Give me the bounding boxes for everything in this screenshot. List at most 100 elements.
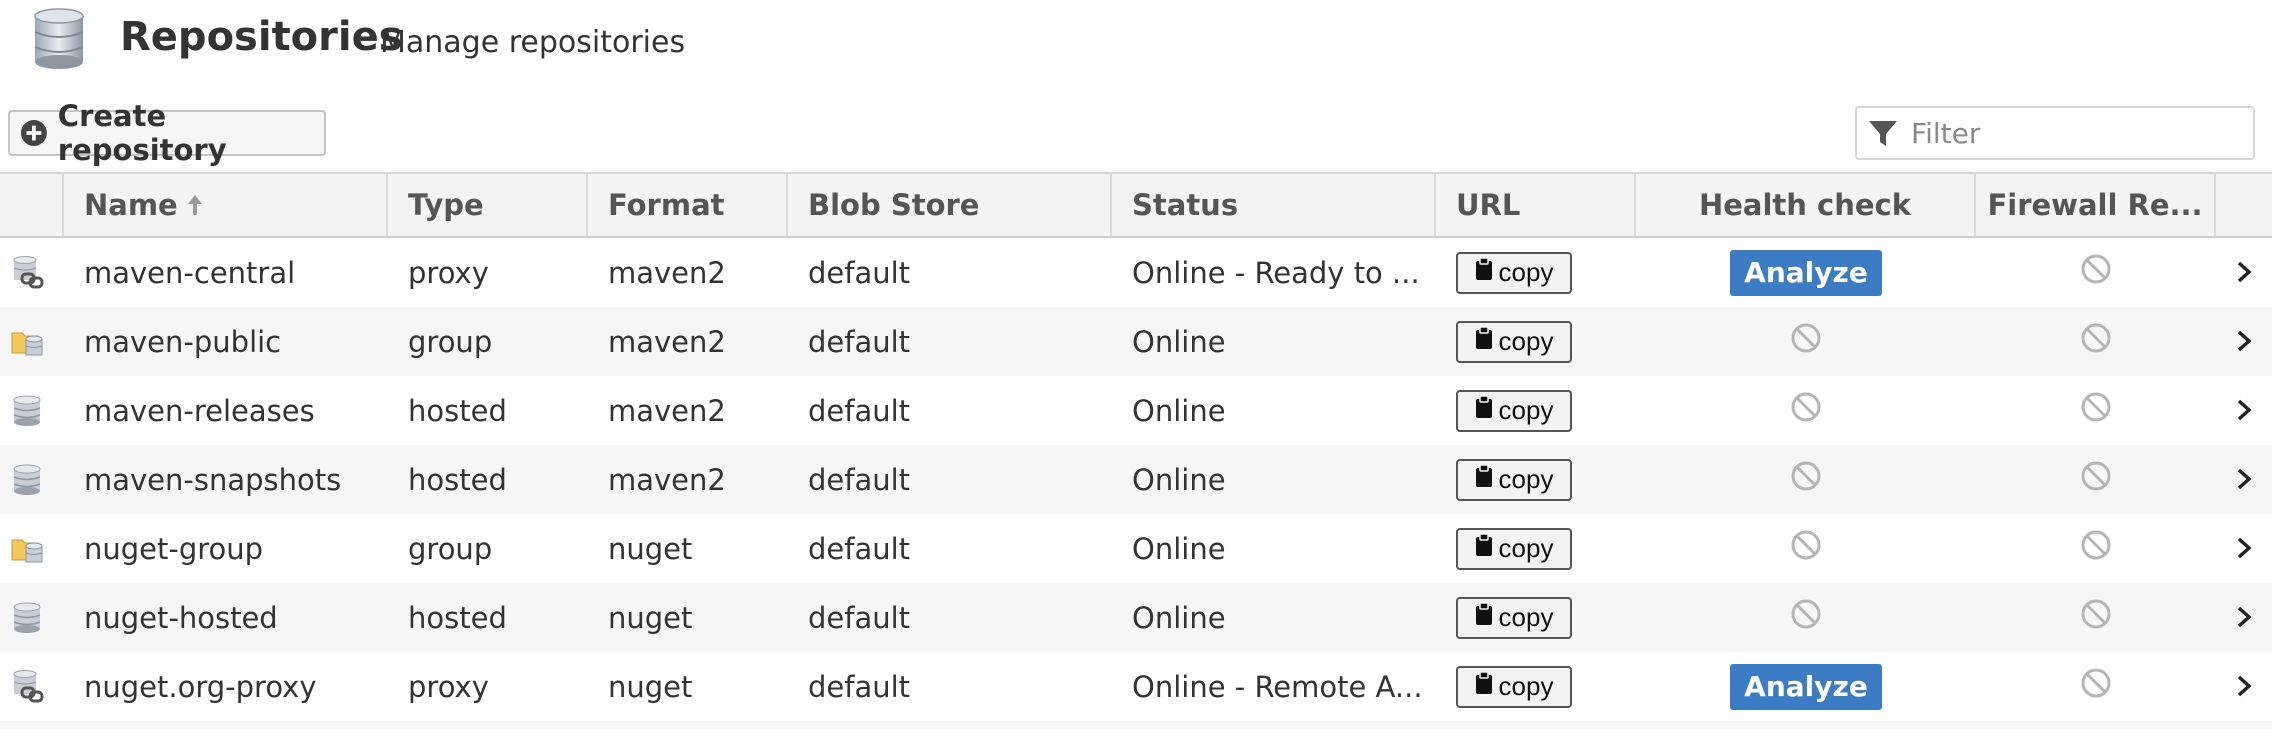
copy-url-label: copy <box>1498 326 1554 356</box>
table-row[interactable]: maven-public group maven2 default Online copy <box>0 307 2272 376</box>
firewall-cell <box>1976 583 2216 652</box>
repo-blob-store: default <box>808 462 911 497</box>
health-check-unavailable-icon <box>1790 391 1822 430</box>
chevron-right-icon[interactable] <box>2236 601 2252 635</box>
chevron-right-icon[interactable] <box>2236 670 2252 704</box>
repo-type: group <box>408 324 493 359</box>
copy-url-label: copy <box>1498 671 1554 701</box>
copy-url-label: copy <box>1498 533 1554 563</box>
repo-type: hosted <box>408 462 507 497</box>
row-open-cell[interactable] <box>2216 445 2272 514</box>
repo-blob-store: default <box>808 255 911 290</box>
firewall-unavailable-icon <box>2080 460 2112 499</box>
page-subtitle: Manage repositories <box>380 25 686 60</box>
filter-icon <box>1869 121 1897 146</box>
copy-url-label: copy <box>1498 464 1554 494</box>
table-row[interactable]: maven-snapshots hosted maven2 default Online… <box>0 445 2272 514</box>
health-check-cell <box>1636 583 1976 652</box>
repo-format: maven2 <box>608 462 726 497</box>
row-open-cell[interactable] <box>2216 376 2272 445</box>
copy-url-button[interactable]: copy <box>1456 527 1572 570</box>
repo-name: maven-snapshots <box>84 462 342 497</box>
repo-type: hosted <box>408 600 507 635</box>
filter-input[interactable] <box>1909 115 2243 151</box>
repo-url-cell: copy <box>1436 238 1636 307</box>
table-row[interactable]: maven-releases hosted maven2 default Online c… <box>0 376 2272 445</box>
row-open-cell[interactable] <box>2216 652 2272 721</box>
repo-status: Online <box>1132 324 1226 359</box>
firewall-unavailable-icon <box>2080 598 2112 637</box>
repo-url-cell: copy <box>1436 652 1636 721</box>
icon-column-header <box>0 174 64 236</box>
table-row[interactable]: nuget-group group nuget default Online copy <box>0 514 2272 583</box>
firewall-unavailable-icon <box>2080 391 2112 430</box>
copy-url-button[interactable]: copy <box>1456 251 1572 294</box>
repo-format: maven2 <box>608 393 726 428</box>
health-check-cell <box>1636 514 1976 583</box>
firewall-unavailable-icon <box>2080 529 2112 568</box>
analyze-button[interactable]: Analyze <box>1730 663 1882 710</box>
repo-format: nuget <box>608 600 693 635</box>
column-header-status[interactable]: Status <box>1112 174 1436 236</box>
firewall-cell <box>1976 238 2216 307</box>
repo-type-cell <box>0 238 64 307</box>
chevron-right-icon[interactable] <box>2236 325 2252 359</box>
repo-type: proxy <box>408 255 489 290</box>
column-header-blob-store[interactable]: Blob Store <box>788 174 1112 236</box>
analyze-button[interactable]: Analyze <box>1730 249 1882 296</box>
proxy-repo-icon <box>10 669 44 704</box>
chevron-right-icon[interactable] <box>2236 256 2252 290</box>
table-row[interactable]: nuget-hosted hosted nuget default Online copy <box>0 583 2272 652</box>
repo-format: maven2 <box>608 324 726 359</box>
copy-url-button[interactable]: copy <box>1456 389 1572 432</box>
repo-format: nuget <box>608 669 693 704</box>
copy-url-label: copy <box>1498 602 1554 632</box>
copy-url-button[interactable]: copy <box>1456 596 1572 639</box>
clipboard-icon <box>1475 533 1493 564</box>
repo-blob-store: default <box>808 669 911 704</box>
repo-url-cell: copy <box>1436 445 1636 514</box>
health-check-cell <box>1636 307 1976 376</box>
repo-name: maven-releases <box>84 393 315 428</box>
repositories-grid: Name Type Format Blob Store Status URL H… <box>0 172 2272 729</box>
repo-status: Online <box>1132 600 1226 635</box>
column-header-firewall[interactable]: Firewall Re... <box>1976 174 2216 236</box>
copy-url-button[interactable]: copy <box>1456 665 1572 708</box>
grid-header: Name Type Format Blob Store Status URL H… <box>0 172 2272 238</box>
database-icon <box>34 8 84 69</box>
page-title: Repositories <box>120 14 403 60</box>
column-header-name-label: Name <box>84 188 178 222</box>
repo-url-cell: copy <box>1436 376 1636 445</box>
copy-url-button[interactable]: copy <box>1456 458 1572 501</box>
clipboard-icon <box>1475 671 1493 702</box>
chevron-right-icon[interactable] <box>2236 463 2252 497</box>
repo-name: nuget.org-proxy <box>84 669 317 704</box>
row-open-cell[interactable] <box>2216 238 2272 307</box>
table-row[interactable]: nuget.org-proxy proxy nuget default Online -… <box>0 652 2272 721</box>
hosted-repo-icon <box>10 463 44 497</box>
table-row[interactable]: maven-central proxy maven2 default Online - … <box>0 238 2272 307</box>
column-header-type[interactable]: Type <box>388 174 588 236</box>
column-header-health-check-label: Health check <box>1698 188 1912 222</box>
create-repository-button[interactable]: Create repository <box>8 99 326 167</box>
chevron-right-icon[interactable] <box>2236 394 2252 428</box>
row-open-cell[interactable] <box>2216 307 2272 376</box>
column-header-health-check[interactable]: Health check <box>1636 174 1976 236</box>
column-header-name[interactable]: Name <box>64 174 388 236</box>
repo-blob-store: default <box>808 324 911 359</box>
row-open-cell[interactable] <box>2216 514 2272 583</box>
column-header-format[interactable]: Format <box>588 174 788 236</box>
copy-url-button[interactable]: copy <box>1456 320 1572 363</box>
chevron-column-header <box>2216 174 2272 236</box>
row-open-cell[interactable] <box>2216 583 2272 652</box>
repo-type: hosted <box>408 393 507 428</box>
chevron-right-icon[interactable] <box>2236 532 2252 566</box>
column-header-firewall-label: Firewall Re... <box>1987 188 2203 222</box>
repo-format: nuget <box>608 531 693 566</box>
repo-type-cell <box>0 445 64 514</box>
repo-type-cell <box>0 376 64 445</box>
hosted-repo-icon <box>10 601 44 635</box>
column-header-url[interactable]: URL <box>1436 174 1636 236</box>
health-check-cell: Analyze <box>1636 238 1976 307</box>
repo-name: nuget-hosted <box>84 600 278 635</box>
